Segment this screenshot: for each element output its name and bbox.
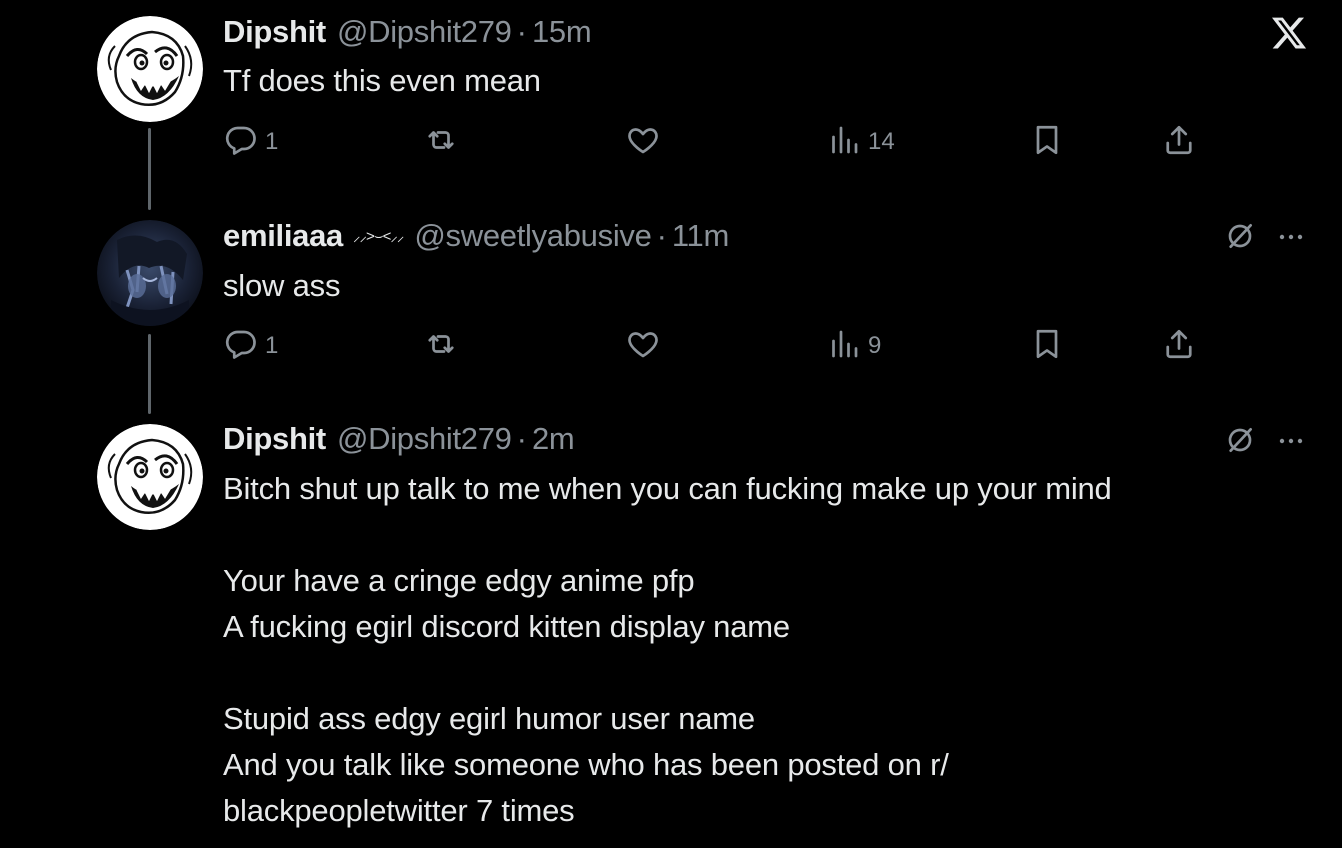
handle[interactable]: @Dipshit279 (337, 421, 512, 457)
tweet-text-line (223, 512, 1112, 558)
display-name[interactable]: Dipshit (223, 14, 326, 50)
retweet-icon (423, 122, 459, 163)
retweet-icon (423, 326, 459, 367)
separator: · (656, 218, 667, 253)
tweet-text-line: slow ass (223, 268, 341, 303)
reply-icon (223, 326, 259, 367)
reply-count: 1 (265, 128, 279, 155)
display-name[interactable]: emiliaaa (223, 218, 343, 254)
tweet-text-line: Your have a cringe edgy anime pfp (223, 563, 695, 598)
thread-connector (148, 128, 151, 210)
share-icon (1161, 122, 1197, 163)
handle[interactable]: @sweetlyabusive (414, 218, 652, 254)
like-button[interactable] (625, 122, 661, 162)
reply-button[interactable]: 1 (223, 326, 278, 366)
share-button[interactable] (1161, 122, 1197, 162)
tweet-header: Dipshit @Dipshit279 · 2m (223, 419, 575, 459)
handle[interactable]: @Dipshit279 (337, 14, 512, 50)
views-count: 14 (868, 128, 895, 155)
retweet-button[interactable] (423, 122, 459, 162)
views-button[interactable]: 14 (826, 122, 895, 162)
share-icon (1161, 326, 1197, 367)
heart-icon (625, 326, 661, 367)
more-options-icon[interactable] (1276, 426, 1306, 456)
tweet-text: slow ass (223, 263, 340, 309)
reply-icon (223, 122, 259, 163)
action-bar: 1 9 (223, 326, 1203, 366)
grok-icon[interactable] (1224, 424, 1256, 456)
tweet-header: Dipshit @Dipshit279 · 15m (223, 12, 592, 52)
tweet-text-line: Bitch shut up talk to me when you can fu… (223, 471, 1112, 506)
avatar[interactable] (97, 424, 203, 530)
tweet-text-line: blackpeopletwitter 7 times (223, 793, 575, 828)
like-button[interactable] (625, 326, 661, 366)
more-options-icon[interactable] (1276, 222, 1306, 252)
timestamp[interactable]: 15m (532, 14, 592, 50)
retweet-button[interactable] (423, 326, 459, 366)
tweet-text-line (223, 650, 1112, 696)
reply-button[interactable]: 1 (223, 122, 278, 162)
tweet-text-line: Stupid ass edgy egirl humor user name (223, 701, 755, 736)
tweet-text-line: A fucking egirl discord kitten display n… (223, 609, 790, 644)
thread-connector (148, 334, 151, 414)
separator: · (516, 14, 527, 49)
display-name-decoration: ⸝⸝>⌣<⸝⸝ (352, 228, 404, 245)
reply-count: 1 (265, 332, 279, 359)
views-count: 9 (868, 332, 882, 359)
timestamp[interactable]: 2m (532, 421, 575, 457)
action-bar: 1 14 (223, 122, 1203, 162)
tweet-text-line: Tf does this even mean (223, 63, 541, 98)
avatar[interactable] (97, 220, 203, 326)
display-name[interactable]: Dipshit (223, 421, 326, 457)
x-logo-icon[interactable] (1270, 14, 1308, 52)
thread-view: Dipshit @Dipshit279 · 15m Tf does this e… (0, 0, 1342, 848)
tweet-text-line: And you talk like someone who has been p… (223, 747, 949, 782)
tweet-text: Bitch shut up talk to me when you can fu… (223, 466, 1112, 834)
bookmark-icon (1029, 326, 1065, 367)
tweet-header: emiliaaa ⸝⸝>⌣<⸝⸝ @sweetlyabusive · 11m (223, 216, 729, 256)
bookmark-button[interactable] (1029, 326, 1065, 366)
avatar[interactable] (97, 16, 203, 122)
share-button[interactable] (1161, 326, 1197, 366)
tweet-text: Tf does this even mean (223, 58, 541, 104)
heart-icon (625, 122, 661, 163)
timestamp[interactable]: 11m (672, 218, 729, 254)
views-icon (826, 326, 862, 367)
bookmark-icon (1029, 122, 1065, 163)
views-button[interactable]: 9 (826, 326, 881, 366)
separator: · (516, 421, 527, 456)
bookmark-button[interactable] (1029, 122, 1065, 162)
grok-icon[interactable] (1224, 220, 1256, 252)
views-icon (826, 122, 862, 163)
